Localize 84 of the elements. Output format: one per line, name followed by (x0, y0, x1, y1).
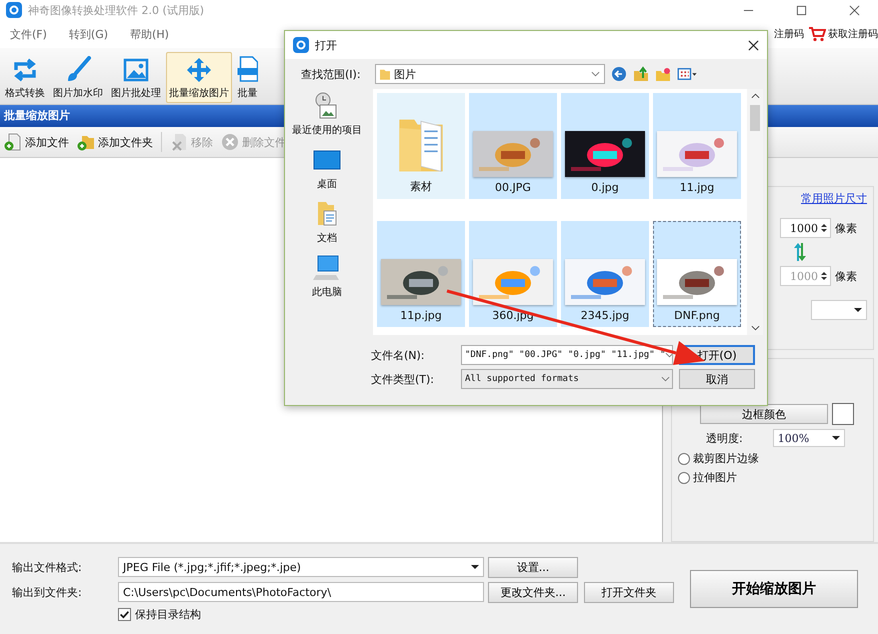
scrollbar[interactable] (747, 89, 763, 335)
delete-icon (221, 133, 239, 151)
file-item[interactable]: 素材 (377, 93, 465, 199)
window-title: 神奇图像转换处理软件 2.0 (试用版) (28, 2, 204, 18)
radio-button[interactable] (678, 472, 690, 484)
maximize-icon[interactable] (796, 4, 807, 16)
place-item[interactable]: 此电脑 (312, 253, 342, 299)
dropdown-arrow-icon (854, 308, 862, 312)
spin-arrows-icon (821, 223, 827, 233)
unit-label: 像素 (835, 220, 857, 236)
place-item[interactable]: 桌面 (312, 145, 342, 191)
number-field[interactable]: 1000 (780, 218, 831, 238)
keep-structure-checkbox[interactable]: 保持目录结构 (118, 606, 484, 622)
file-item[interactable]: 11p.jpg (377, 221, 465, 327)
open-folder-button[interactable]: 打开文件夹 (584, 582, 674, 602)
dropdown-arrow-icon (832, 436, 840, 440)
up-folder-icon[interactable] (633, 66, 649, 82)
menu-item[interactable]: 帮助(H) (130, 26, 169, 42)
menu-item[interactable]: 文件(F) (10, 26, 47, 42)
opacity-dropdown[interactable]: 100% (772, 429, 845, 447)
menu-item[interactable]: 转到(G) (68, 26, 108, 42)
opacity-label: 透明度: (706, 430, 743, 446)
check-icon (119, 608, 130, 620)
file-item[interactable]: 2345.jpg (561, 221, 649, 327)
place-item[interactable]: 文档 (312, 199, 342, 245)
file-item[interactable]: 00.JPG (469, 93, 557, 199)
tool-button[interactable]: 批量缩放图片 (166, 52, 232, 103)
action-button[interactable]: 添加文件夹 (77, 133, 153, 151)
change-folder-button[interactable]: 更改文件夹... (488, 582, 578, 602)
add-file-icon (4, 133, 22, 151)
file-item[interactable]: 11.jpg (653, 93, 741, 199)
tool-button[interactable]: 图片批处理 (108, 52, 164, 103)
remove-file-icon (170, 133, 188, 151)
scroll-thumb[interactable] (750, 105, 760, 131)
tool-button[interactable]: 图片加水印 (50, 52, 106, 103)
app-icon (293, 37, 309, 53)
unit-label: 像素 (835, 268, 857, 284)
close-icon[interactable] (748, 40, 759, 50)
field-label: 输出文件格式: (12, 560, 83, 574)
format-dropdown[interactable]: JPEG File (*.jpg;*.jfif;*.jpeg;*.jpe) (118, 557, 484, 577)
checkbox[interactable] (118, 608, 131, 620)
folder-icon (380, 67, 390, 81)
border-color-button[interactable]: 边框颜色 (700, 404, 828, 424)
image-icon (122, 56, 150, 84)
radio-option[interactable]: 裁剪图片边缘 (678, 451, 867, 466)
close-icon[interactable] (849, 4, 860, 16)
computer-icon (312, 253, 342, 283)
file-name-label: 文件名(N): (371, 348, 426, 362)
new-folder-icon[interactable] (655, 66, 671, 82)
move-arrows-icon (185, 56, 213, 84)
tool-button[interactable]: 格式转换 (2, 52, 48, 103)
file-item[interactable]: 0.jpg (561, 93, 649, 199)
chevron-down-icon (665, 352, 672, 358)
scroll-up-icon[interactable] (750, 93, 760, 99)
register-link[interactable]: 注册码 (774, 27, 804, 41)
register-link[interactable]: 获取注册码 (808, 26, 878, 42)
file-item[interactable]: DNF.png (653, 221, 741, 327)
look-in-label: 查找范围(I): (301, 66, 362, 82)
file-type-dropdown[interactable]: All supported formats (461, 369, 673, 389)
dialog-title: 打开 (315, 38, 337, 52)
cancel-button[interactable]: 取消 (679, 369, 755, 389)
file-type-label: 文件类型(T): (371, 372, 436, 386)
settings-button[interactable]: 设置... (488, 556, 578, 578)
spin-arrows-icon (821, 271, 827, 281)
field-label: 输出到文件夹: (12, 584, 83, 600)
add-folder-icon (77, 133, 95, 151)
cart-icon (808, 26, 826, 42)
chevron-down-icon (661, 376, 670, 382)
scroll-down-icon[interactable] (750, 325, 760, 331)
swap-arrows-icon[interactable] (792, 242, 808, 262)
jpg-file-icon (237, 56, 258, 82)
start-button[interactable]: 开始缩放图片 (690, 570, 858, 608)
look-in-dropdown[interactable]: 图片 (375, 64, 605, 84)
folder-path-field[interactable]: C:\Users\pc\Documents\PhotoFactory\ (118, 582, 484, 602)
radio-option[interactable]: 拉伸图片 (678, 470, 867, 485)
tool-button[interactable]: 批量 (234, 52, 261, 103)
color-swatch[interactable] (832, 403, 854, 425)
view-menu-icon[interactable] (677, 67, 697, 81)
radio-button[interactable] (678, 452, 690, 464)
photo-size-link[interactable]: 常用照片尺寸 (801, 191, 867, 206)
action-button[interactable]: 添加文件 (4, 133, 69, 151)
dropdown-arrow-icon (471, 565, 479, 569)
chevron-down-icon (591, 71, 600, 77)
back-icon[interactable] (611, 66, 627, 82)
